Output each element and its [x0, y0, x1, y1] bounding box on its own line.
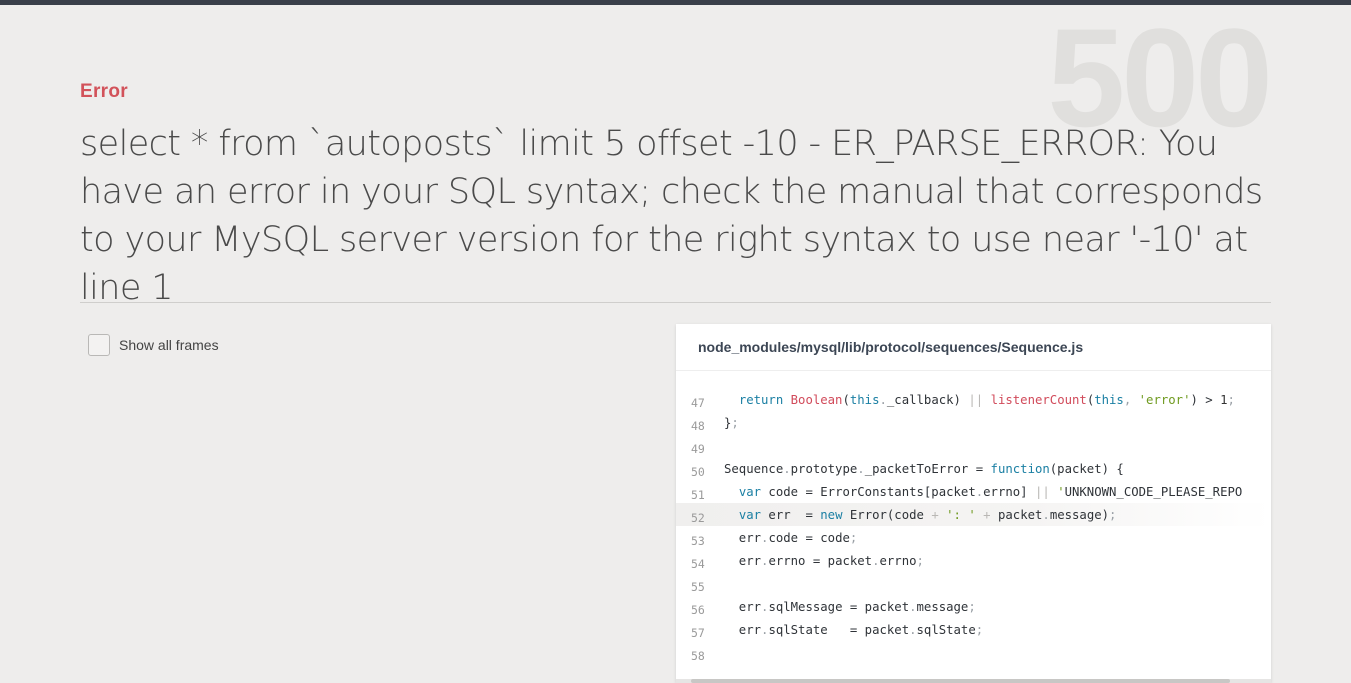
line-code: err.errno = packet.errno;	[724, 553, 924, 568]
line-number: 53	[691, 533, 705, 548]
code-line: 50 Sequence.prototype._packetToError = fu…	[676, 457, 1271, 480]
code-line: 56 err.sqlMessage = packet.message;	[676, 595, 1271, 618]
code-line: 53 err.code = code;	[676, 526, 1271, 549]
line-number: 50	[691, 464, 705, 479]
line-number: 57	[691, 625, 705, 640]
code-scrollbar[interactable]	[676, 679, 1271, 683]
code-line: 47 return Boolean(this._callback) || lis…	[676, 388, 1271, 411]
code-line: 58	[676, 641, 1271, 664]
code-scrollbar-thumb[interactable]	[691, 679, 1230, 683]
code-line: 55	[676, 572, 1271, 595]
error-label: Error	[80, 81, 128, 102]
line-number: 58	[691, 648, 705, 663]
line-number: 55	[691, 579, 705, 594]
code-line: 54 err.errno = packet.errno;	[676, 549, 1271, 572]
line-code: };	[724, 415, 739, 430]
line-number: 48	[691, 418, 705, 433]
show-all-frames-label: Show all frames	[119, 337, 219, 353]
line-code: return Boolean(this._callback) || listen…	[738, 392, 1235, 407]
line-number: 51	[691, 487, 705, 502]
show-all-frames-checkbox[interactable]	[88, 334, 110, 356]
line-code: err.sqlMessage = packet.message;	[724, 599, 976, 614]
line-code: Sequence.prototype._packetToError = func…	[724, 461, 1124, 476]
divider	[80, 302, 1271, 303]
line-number: 47	[691, 395, 705, 410]
line-number: 52	[691, 510, 705, 525]
line-number: 54	[691, 556, 705, 571]
error-message: select * from `autoposts` limit 5 offset…	[80, 124, 1263, 308]
code-body: 47 return Boolean(this._callback) || lis…	[676, 388, 1271, 664]
line-number: 56	[691, 602, 705, 617]
code-file-path: node_modules/mysql/lib/protocol/sequence…	[676, 324, 1271, 371]
code-line: 57 err.sqlState = packet.sqlState;	[676, 618, 1271, 641]
code-line: 48};	[676, 411, 1271, 434]
line-code: err.code = code;	[724, 530, 858, 545]
show-all-frames-toggle[interactable]: Show all frames	[88, 334, 219, 356]
line-code: err.sqlState = packet.sqlState;	[724, 622, 984, 637]
line-number: 49	[691, 441, 705, 456]
code-line: 49	[676, 434, 1271, 457]
line-code: var err = new Error(code + ': ' + packet…	[738, 507, 1117, 522]
code-line: 51 var code = ErrorConstants[packet.errn…	[676, 480, 1271, 503]
line-code: var code = ErrorConstants[packet.errno] …	[738, 484, 1243, 499]
code-line: 52 var err = new Error(code + ': ' + pac…	[676, 503, 1271, 526]
code-panel: node_modules/mysql/lib/protocol/sequence…	[676, 324, 1271, 683]
